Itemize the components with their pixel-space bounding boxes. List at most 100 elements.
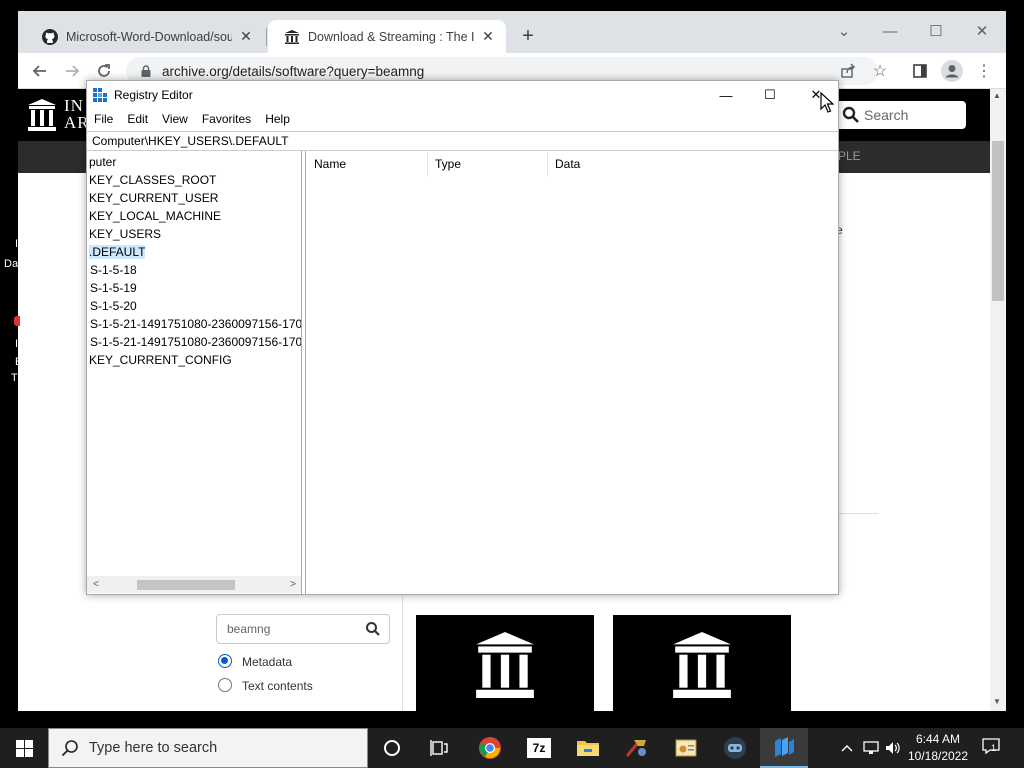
network-icon[interactable] — [862, 738, 880, 758]
side-panel-icon[interactable] — [906, 57, 934, 85]
tab-github[interactable]: Microsoft-Word-Download/sourc ✕ — [26, 20, 264, 53]
profile-avatar-icon[interactable] — [938, 57, 966, 85]
result-tile[interactable] — [613, 615, 791, 711]
pane-splitter[interactable] — [302, 151, 306, 594]
tree-item-hku[interactable]: KEY_USERS — [87, 225, 161, 243]
search-icon[interactable] — [365, 621, 381, 637]
ia-nav-fragment[interactable]: PLE — [838, 149, 861, 163]
page-search-input[interactable]: beamng — [216, 614, 390, 644]
regedit-app-icon — [93, 88, 107, 102]
column-header-type[interactable]: Type — [428, 151, 548, 177]
taskbar-search-placeholder: Type here to search — [89, 740, 218, 756]
ia-logo-icon[interactable] — [28, 99, 56, 131]
tab-search-chevron-icon[interactable]: ⌄ — [824, 17, 864, 45]
mouse-cursor-icon — [820, 92, 834, 113]
regedit-minimize-icon[interactable]: — — [703, 81, 749, 109]
search-icon — [61, 740, 78, 757]
menu-help[interactable]: Help — [258, 112, 297, 126]
forward-arrow-icon[interactable] — [58, 57, 86, 85]
metadata-radio[interactable] — [218, 654, 232, 668]
archive-placeholder-icon — [673, 632, 731, 698]
tree-item-hkcr[interactable]: KEY_CLASSES_ROOT — [87, 171, 216, 189]
text-contents-radio[interactable] — [218, 678, 232, 692]
back-arrow-icon[interactable] — [26, 57, 54, 85]
regedit-taskbar-icon[interactable] — [760, 728, 808, 768]
regedit-address-text: Computer\HKEY_USERS\.DEFAULT — [92, 134, 289, 148]
chrome-icon[interactable] — [466, 728, 514, 768]
metadata-label: Metadata — [242, 655, 293, 669]
regedit-tree-pane[interactable]: puter KEY_CLASSES_ROOT KEY_CURRENT_USER … — [87, 151, 302, 594]
new-tab-button[interactable]: + — [516, 24, 540, 48]
7zip-icon[interactable]: 7z — [515, 728, 563, 768]
scroll-right-icon[interactable]: > — [287, 578, 299, 590]
file-explorer-icon[interactable] — [564, 728, 612, 768]
tab-title: Download & Streaming : The Inte — [308, 29, 474, 44]
tree-item-computer[interactable]: puter — [87, 153, 116, 171]
app-tool-icon[interactable] — [613, 728, 661, 768]
tree-horizontal-scrollbar[interactable]: < > — [87, 576, 301, 593]
cortana-icon[interactable] — [368, 728, 416, 768]
notification-icon[interactable]: 1 — [982, 738, 1004, 758]
clock-time: 6:44 AM — [915, 732, 961, 746]
windows-logo-icon — [15, 739, 33, 757]
bookmark-star-icon[interactable]: ☆ — [866, 57, 894, 85]
tree-item-default[interactable]: .DEFAULT — [87, 243, 146, 261]
page-scrollbar-thumb[interactable] — [992, 141, 1004, 301]
scroll-up-icon[interactable]: ▲ — [993, 91, 1001, 100]
taskbar-search-box[interactable]: Type here to search — [48, 728, 368, 768]
desktop-fragment: T — [11, 372, 18, 384]
clock-date: 10/18/2022 — [907, 749, 969, 763]
regedit-maximize-icon[interactable]: ☐ — [747, 81, 793, 109]
tab-close-icon[interactable]: ✕ — [480, 28, 496, 45]
divider-line — [838, 513, 878, 514]
tab-strip: Microsoft-Word-Download/sourc ✕ Download… — [18, 11, 1006, 53]
tree-scroll-thumb[interactable] — [137, 580, 235, 590]
menu-view[interactable]: View — [155, 112, 195, 126]
archive-placeholder-icon — [476, 632, 534, 698]
tree-item-sid[interactable]: S-1-5-21-1491751080-2360097156-17042 — [87, 315, 301, 333]
start-button[interactable] — [0, 728, 48, 768]
tray-chevron-up-icon[interactable] — [838, 738, 856, 758]
browser-menu-icon[interactable]: ⋮ — [970, 57, 998, 85]
result-tile[interactable] — [416, 615, 594, 711]
browser-minimize-icon[interactable]: — — [870, 17, 910, 45]
column-header-data[interactable]: Data — [548, 151, 838, 177]
desktop-fragment: E — [15, 356, 23, 368]
browser-maximize-icon[interactable]: ☐ — [916, 17, 956, 45]
tab-separator — [266, 28, 267, 46]
desktop-fragment: Da — [4, 258, 19, 270]
tree-item-hkcc[interactable]: KEY_CURRENT_CONFIG — [87, 351, 232, 369]
lock-icon — [141, 65, 151, 77]
ia-header-search[interactable]: Search — [834, 101, 966, 129]
system-clock[interactable]: 6:44 AM 10/18/2022 — [900, 731, 976, 765]
regedit-title: Registry Editor — [114, 88, 193, 102]
menu-file[interactable]: File — [87, 112, 120, 126]
app-robot-icon[interactable] — [711, 728, 759, 768]
app-certificate-icon[interactable] — [662, 728, 710, 768]
registry-editor-window: Registry Editor — ☐ ✕ File Edit View Fav… — [86, 80, 839, 595]
tab-close-icon[interactable]: ✕ — [238, 28, 254, 45]
column-header-name[interactable]: Name — [307, 151, 428, 177]
task-view-icon[interactable] — [416, 728, 464, 768]
page-divider — [402, 596, 403, 711]
tree-item-sid[interactable]: S-1-5-18 — [87, 261, 137, 279]
browser-close-icon[interactable]: ✕ — [962, 17, 1002, 45]
windows-taskbar: Type here to search 7z 6:44 AM 10/18/202… — [0, 728, 1024, 768]
tree-item-hklm[interactable]: KEY_LOCAL_MACHINE — [87, 207, 221, 225]
tree-item-sid[interactable]: S-1-5-21-1491751080-2360097156-17042 — [87, 333, 301, 351]
tree-item-sid[interactable]: S-1-5-19 — [87, 279, 137, 297]
notification-count: 1 — [991, 743, 997, 753]
tree-item-sid[interactable]: S-1-5-20 — [87, 297, 137, 315]
tab-title: Microsoft-Word-Download/sourc — [66, 29, 232, 44]
scroll-down-icon[interactable]: ▼ — [993, 697, 1001, 706]
regedit-values-pane[interactable]: Name Type Data — [307, 151, 838, 594]
desktop-icon-fragment — [14, 316, 20, 326]
menu-edit[interactable]: Edit — [120, 112, 155, 126]
tree-item-hkcu[interactable]: KEY_CURRENT_USER — [87, 189, 218, 207]
tab-archive[interactable]: Download & Streaming : The Inte ✕ — [268, 20, 506, 53]
scroll-left-icon[interactable]: < — [90, 578, 102, 590]
regedit-address-bar[interactable]: Computer\HKEY_USERS\.DEFAULT — [87, 131, 838, 151]
search-icon — [842, 106, 859, 123]
menu-favorites[interactable]: Favorites — [195, 112, 258, 126]
values-list-header: Name Type Data — [307, 151, 838, 177]
